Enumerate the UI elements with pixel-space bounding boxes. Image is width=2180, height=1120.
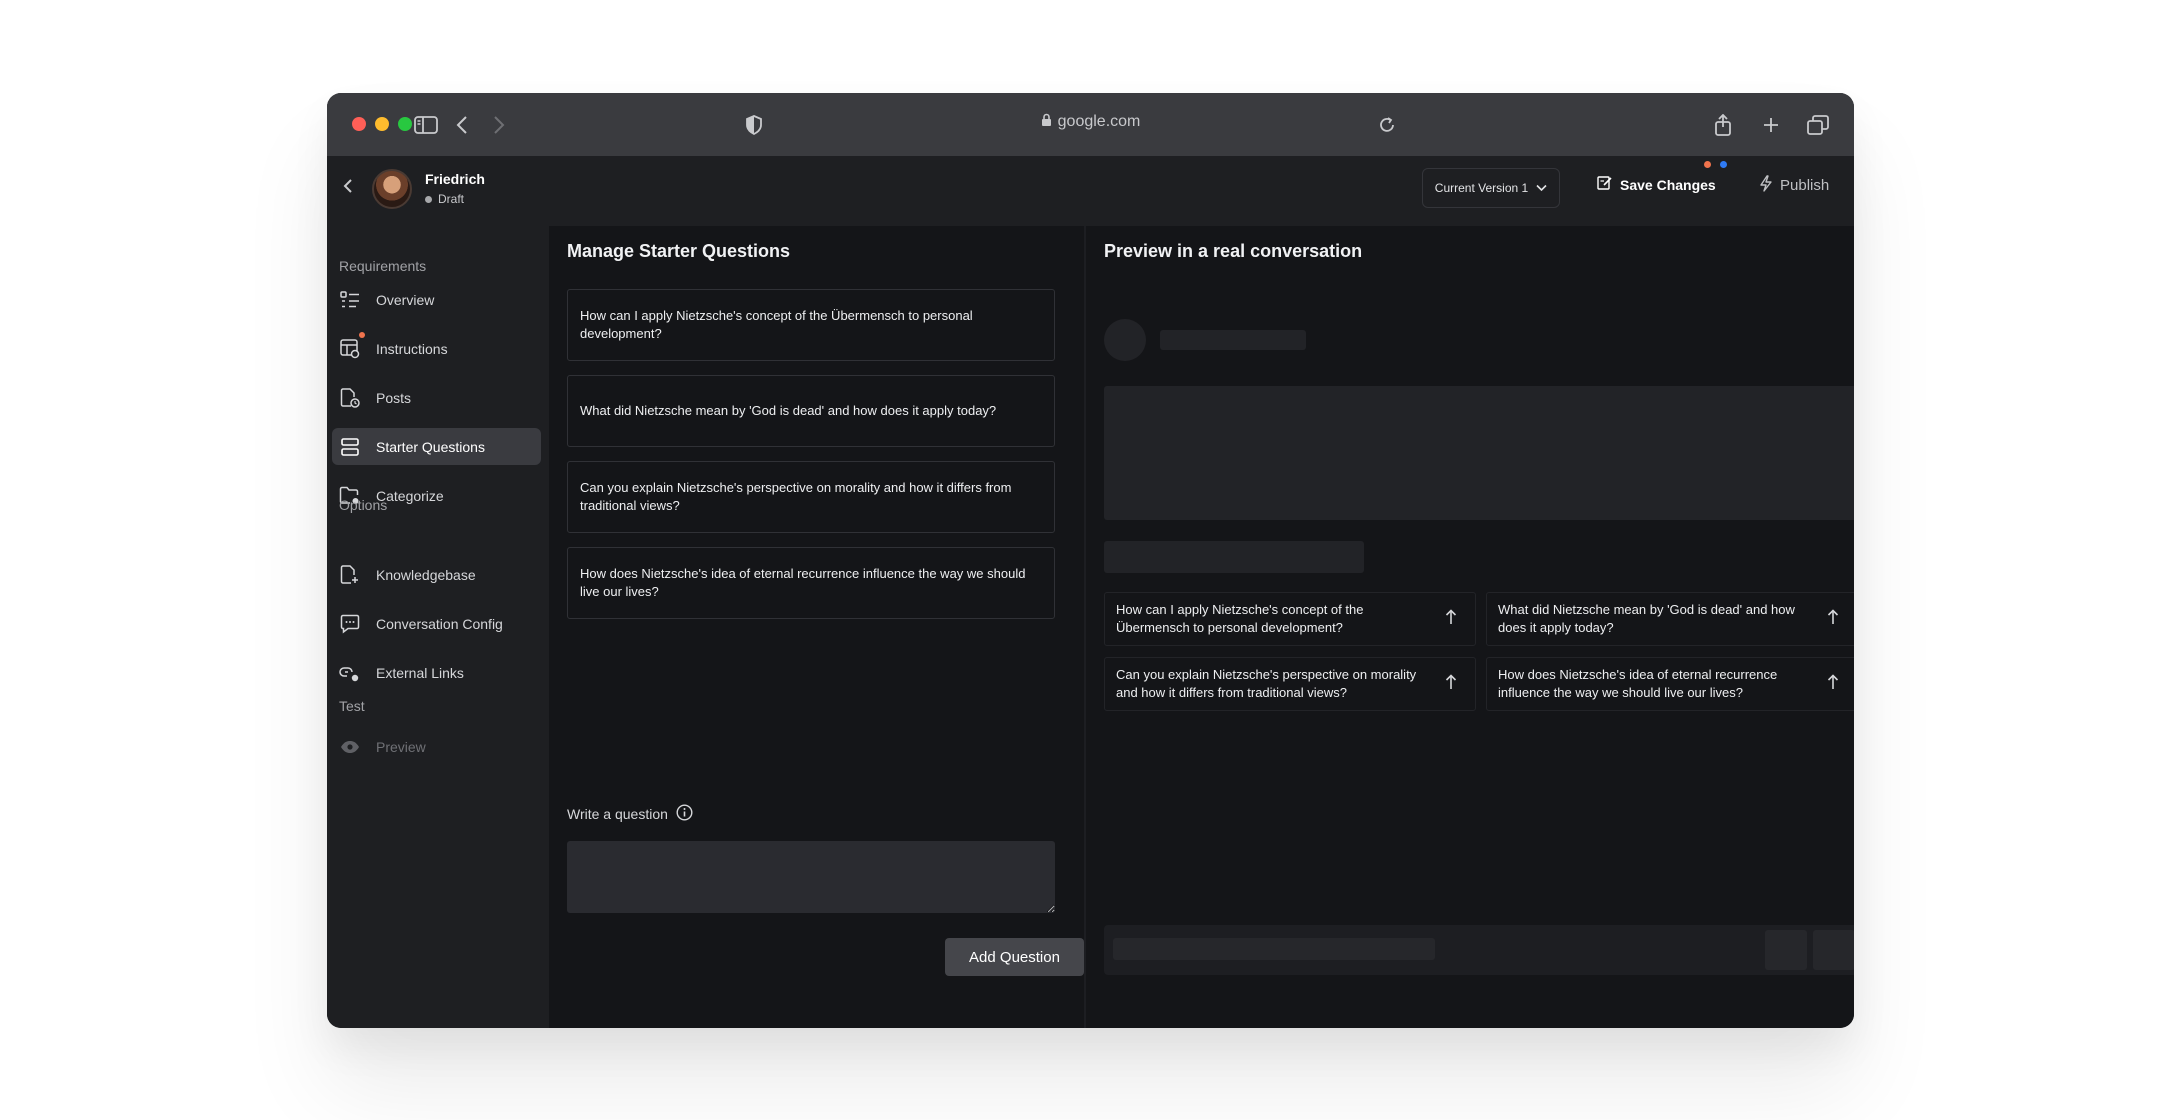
skeleton-line	[1104, 541, 1364, 573]
document-plus-icon	[339, 564, 361, 586]
skeleton-send-button	[1813, 930, 1854, 970]
chevron-left-icon[interactable]	[343, 178, 353, 199]
sidebar-item-starter-questions[interactable]: Starter Questions	[332, 428, 541, 465]
chat-bubble-icon	[339, 613, 361, 635]
url-text: google.com	[1057, 113, 1141, 130]
sidebar-item-knowledgebase[interactable]: Knowledgebase	[332, 556, 541, 593]
question-input[interactable]	[567, 841, 1055, 913]
manage-starter-questions-panel: Manage Starter Questions How can I apply…	[549, 226, 1084, 1028]
arrow-up-icon	[1827, 674, 1839, 695]
info-icon[interactable]	[676, 804, 693, 824]
starter-question-text: Can you explain Nietzsche's perspective …	[580, 480, 1012, 513]
stack-icon	[339, 436, 361, 458]
sidebar-item-conversation-config[interactable]: Conversation Config	[332, 605, 541, 642]
page-title: Manage Starter Questions	[567, 241, 791, 261]
sidebar-item-label: External Links	[376, 664, 464, 681]
lock-icon	[1041, 113, 1052, 132]
sidebar-item-external-links[interactable]: External Links	[332, 654, 541, 691]
preview-question-card[interactable]: How does Nietzsche's idea of eternal rec…	[1486, 657, 1854, 711]
edit-note-icon	[1597, 175, 1613, 194]
skeleton-message	[1104, 386, 1854, 520]
starter-question-text: How can I apply Nietzsche's concept of t…	[580, 308, 973, 341]
preview-question-text: How can I apply Nietzsche's concept of t…	[1116, 602, 1364, 635]
status-dot	[425, 195, 432, 203]
notification-badge	[359, 331, 365, 338]
skeleton-chat-input	[1104, 925, 1854, 975]
conversation-preview-panel: Preview in a real conversation How can I…	[1086, 226, 1854, 1028]
write-question-label-text: Write a question	[567, 806, 668, 822]
version-label: Current Version 1	[1434, 181, 1529, 195]
save-changes-label: Save Changes	[1620, 176, 1716, 193]
status-badge: Draft	[425, 192, 464, 206]
sidebar-item-posts[interactable]: Posts	[332, 379, 541, 416]
arrow-up-icon	[1445, 674, 1457, 695]
starter-question-card[interactable]: What did Nietzsche mean by 'God is dead'…	[567, 375, 1055, 447]
sidebar-item-label: Conversation Config	[376, 615, 503, 632]
table-settings-icon	[339, 331, 365, 360]
sidebar-item-label: Instructions	[376, 340, 448, 357]
tabs-overview-icon[interactable]	[1805, 111, 1831, 139]
preview-question-card[interactable]: What did Nietzsche mean by 'God is dead'…	[1486, 592, 1854, 646]
save-changes-button[interactable]: Save Changes	[1597, 175, 1716, 194]
preview-title: Preview in a real conversation	[1104, 241, 1363, 261]
skeleton-input-text	[1113, 938, 1435, 960]
chevron-down-icon	[1536, 181, 1547, 195]
share-icon[interactable]	[1711, 111, 1735, 139]
address-bar[interactable]: google.com	[327, 113, 1854, 132]
sidebar-item-overview[interactable]: Overview	[332, 281, 541, 318]
notification-dots	[1704, 161, 1727, 168]
notification-dot-orange	[1704, 161, 1711, 168]
preview-question-text: Can you explain Nietzsche's perspective …	[1116, 667, 1417, 700]
reload-icon[interactable]	[1375, 111, 1399, 139]
starter-question-card[interactable]: How can I apply Nietzsche's concept of t…	[567, 289, 1055, 361]
sidebar-item-preview[interactable]: Preview	[332, 728, 541, 765]
starter-question-text: What did Nietzsche mean by 'God is dead'…	[580, 403, 997, 418]
preview-question-text: How does Nietzsche's idea of eternal rec…	[1498, 667, 1778, 700]
browser-window: google.com Friedrich Draft Current Versi…	[327, 93, 1854, 1028]
preview-question-card[interactable]: How can I apply Nietzsche's concept of t…	[1104, 592, 1476, 646]
main-content: Manage Starter Questions How can I apply…	[549, 226, 1854, 1028]
new-tab-icon[interactable]	[1759, 111, 1783, 139]
sidebar-item-label: Overview	[376, 291, 435, 308]
sidebar-item-label: Posts	[376, 389, 412, 406]
arrow-up-icon	[1827, 609, 1839, 630]
skeleton-avatar	[1104, 319, 1146, 361]
eye-icon	[339, 736, 361, 758]
preview-question-text: What did Nietzsche mean by 'God is dead'…	[1498, 602, 1795, 635]
arrow-up-icon	[1445, 609, 1457, 630]
add-question-button[interactable]: Add Question	[945, 938, 1084, 976]
sidebar-item-label: Preview	[376, 738, 426, 755]
section-test: Test	[339, 698, 365, 714]
sidebar-item-label: Knowledgebase	[376, 566, 476, 583]
publish-label: Publish	[1780, 177, 1830, 194]
sidebar: Requirements Overview Instructions Posts	[327, 226, 549, 1028]
preview-question-card[interactable]: Can you explain Nietzsche's perspective …	[1104, 657, 1476, 711]
list-icon	[339, 289, 361, 311]
link-gear-icon	[339, 662, 361, 684]
write-question-label: Write a question	[567, 804, 693, 824]
section-requirements: Requirements	[339, 258, 427, 274]
lightning-icon	[1759, 175, 1773, 196]
starter-question-text: How does Nietzsche's idea of eternal rec…	[580, 566, 1026, 599]
avatar	[372, 169, 412, 209]
section-options: Options	[339, 497, 387, 513]
sidebar-item-instructions[interactable]: Instructions	[332, 330, 541, 367]
starter-question-card[interactable]: Can you explain Nietzsche's perspective …	[567, 461, 1055, 533]
document-clock-icon	[339, 387, 361, 409]
app-header: Friedrich Draft Current Version 1 Save C…	[327, 156, 1854, 226]
starter-question-card[interactable]: How does Nietzsche's idea of eternal rec…	[567, 547, 1055, 619]
version-select[interactable]: Current Version 1	[1422, 168, 1560, 208]
sidebar-item-label: Starter Questions	[376, 438, 485, 455]
notification-dot-blue	[1720, 161, 1727, 168]
agent-name: Friedrich	[425, 171, 485, 187]
skeleton-name	[1160, 330, 1306, 350]
publish-button[interactable]: Publish	[1759, 175, 1829, 196]
section-options-label: Options	[339, 497, 388, 513]
status-text: Draft	[438, 192, 465, 206]
browser-toolbar: google.com	[327, 93, 1854, 156]
skeleton-attach-button	[1765, 930, 1807, 970]
